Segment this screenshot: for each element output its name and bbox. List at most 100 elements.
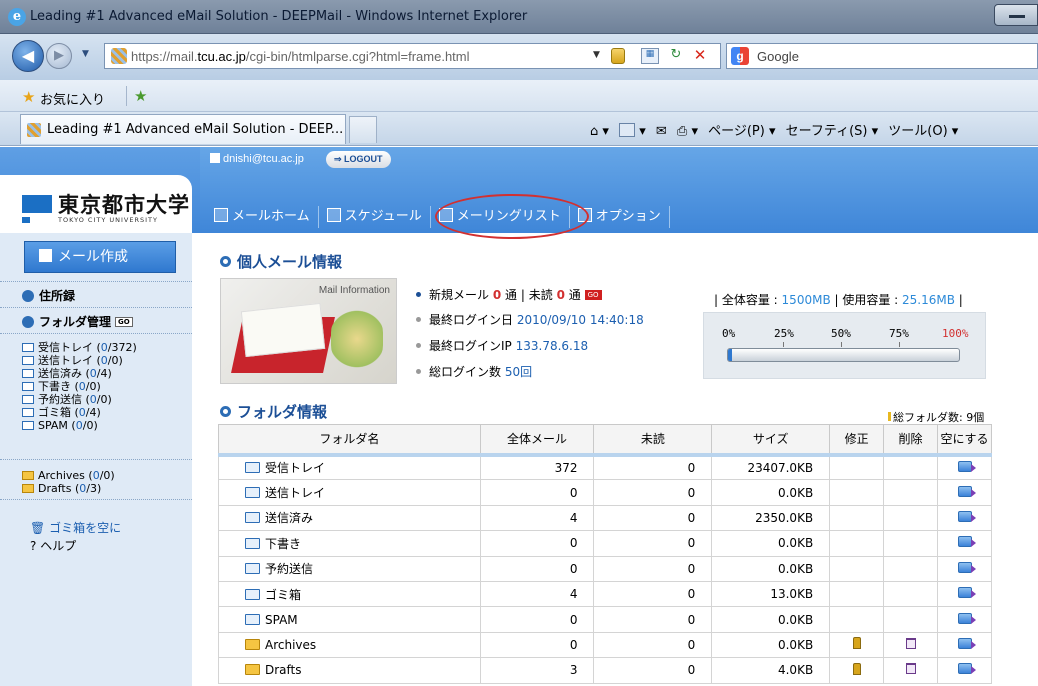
forward-button[interactable]: ▶ (46, 43, 72, 69)
col-edit: 修正 (829, 424, 885, 457)
sidebar-folder-item[interactable]: 送信トレイ (0/0) (22, 354, 123, 367)
delete-icon[interactable] (905, 663, 916, 675)
col-total-mail: 全体メール (479, 424, 595, 457)
sidebar-folder-item[interactable]: ゴミ箱 (0/4) (22, 406, 101, 419)
logo-mark-small-icon (22, 217, 30, 223)
size-cell: 0.0KB (711, 555, 831, 582)
folder-manage-link[interactable]: フォルダ管理 GO (22, 313, 133, 330)
quota-summary: | 全体容量 : 1500MB | 使用容量 : 25.16MB | (714, 293, 963, 307)
folder-icon (245, 664, 260, 676)
address-bar[interactable]: https://mail.tcu.ac.jp/cgi-bin/htmlparse… (104, 43, 721, 69)
empty-folder-icon[interactable] (957, 612, 976, 624)
unread-cell: 0 (593, 555, 713, 582)
nav-mail-home[interactable]: メールホーム (206, 202, 318, 232)
edit-cell (829, 530, 885, 557)
unread-cell: 0 (593, 657, 713, 684)
history-dropdown-icon[interactable]: ▼ (82, 49, 89, 59)
window-titlebar: e Leading #1 Advanced eMail Solution - D… (0, 0, 1038, 34)
sidebar-divider (0, 333, 192, 334)
unread-cell: 0 (593, 530, 713, 557)
folder-name-cell[interactable]: 送信済み (218, 504, 481, 532)
stop-icon[interactable]: ✕ (691, 46, 709, 66)
unread-count[interactable]: 0 (557, 288, 565, 302)
empty-folder-icon[interactable] (957, 663, 976, 675)
favorites-bar: ★ お気に入り ★ (0, 80, 1038, 112)
empty-folder-icon[interactable] (957, 536, 976, 548)
size-cell: 0.0KB (711, 479, 831, 506)
user-icon (210, 153, 220, 163)
empty-folder-icon[interactable] (957, 460, 976, 472)
sidebar-folder-item[interactable]: 受信トレイ (0/372) (22, 341, 137, 354)
home-icon[interactable]: ⌂ ▾ (590, 124, 609, 139)
search-box[interactable]: g Google (726, 43, 1038, 69)
delete-icon[interactable] (905, 637, 916, 649)
edit-cell (829, 631, 885, 659)
minimize-button[interactable] (994, 4, 1038, 26)
delete-cell (883, 606, 939, 633)
folder-name-cell[interactable]: 受信トレイ (218, 453, 481, 481)
empty-cell (937, 530, 992, 557)
new-mail-count[interactable]: 0 (493, 288, 501, 302)
folder-name-cell[interactable]: 下書き (218, 530, 481, 557)
favorites-button[interactable]: お気に入り (40, 89, 105, 108)
folder-icon (22, 471, 34, 480)
empty-trash-link[interactable]: 🗑 ゴミ箱を空に (30, 519, 121, 536)
edit-icon[interactable] (852, 637, 861, 650)
help-link[interactable]: ? ヘルプ (30, 537, 76, 554)
sidebar-divider (0, 499, 192, 500)
sidebar-user-folder-item[interactable]: Archives (0/0) (22, 469, 115, 482)
add-favorite-icon[interactable]: ★ (134, 87, 147, 105)
edit-cell (829, 555, 885, 582)
print-icon[interactable]: ⎙ ▾ (677, 124, 698, 139)
sidebar-folder-item[interactable]: 送信済み (0/4) (22, 367, 112, 380)
favorites-star-icon[interactable]: ★ (22, 88, 35, 106)
tab-active[interactable]: Leading #1 Advanced eMail Solution - DEE… (20, 114, 346, 144)
empty-folder-icon[interactable] (957, 561, 976, 573)
empty-cell (937, 631, 992, 659)
address-book-link[interactable]: 住所録 (22, 287, 75, 304)
folder-name-cell[interactable]: Drafts (218, 657, 481, 684)
empty-folder-icon[interactable] (957, 510, 976, 522)
read-mail-icon[interactable]: ✉ (656, 124, 667, 139)
sidebar-folder-item[interactable]: SPAM (0/0) (22, 419, 98, 432)
empty-cell (937, 606, 992, 633)
sidebar-folder-item[interactable]: 予約送信 (0/0) (22, 393, 112, 406)
col-unread: 未読 (593, 424, 713, 457)
folder-name-cell[interactable]: SPAM (218, 606, 481, 633)
nav-schedule[interactable]: スケジュール (319, 202, 430, 232)
university-logo[interactable]: 東京都市大学 TOKYO CITY UNIVERSITY (0, 175, 192, 233)
empty-folder-icon[interactable] (957, 637, 976, 649)
table-row: Drafts 3 0 4.0KB (218, 657, 992, 684)
empty-folder-icon[interactable] (957, 587, 976, 599)
help-icon: ? (30, 539, 37, 553)
go-button[interactable]: GO (584, 290, 602, 300)
logout-button[interactable]: ⇒ LOGOUT (326, 151, 391, 168)
go-badge[interactable]: GO (115, 317, 133, 327)
address-dropdown-icon[interactable]: ▼ (593, 50, 600, 60)
delete-cell (883, 479, 939, 506)
tick-mark (899, 342, 900, 347)
feeds-icon[interactable]: ▾ (619, 123, 646, 139)
page-menu[interactable]: ページ(P) ▾ (708, 124, 775, 139)
sidebar-user-folder-item[interactable]: Drafts (0/3) (22, 482, 101, 495)
compatibility-view-icon[interactable]: ▦ (641, 48, 659, 64)
edit-cell (829, 504, 885, 532)
empty-folder-icon[interactable] (957, 485, 976, 497)
folder-name-cell[interactable]: 送信トレイ (218, 479, 481, 506)
folder-name-cell[interactable]: 予約送信 (218, 555, 481, 582)
safety-menu[interactable]: セーフティ(S) ▾ (786, 124, 879, 139)
edit-icon[interactable] (852, 662, 861, 675)
table-row: 予約送信 0 0 0.0KB (218, 555, 992, 582)
new-tab-button[interactable] (349, 116, 377, 143)
folder-name-cell[interactable]: ゴミ箱 (218, 580, 481, 608)
compose-button[interactable]: メール作成 (24, 241, 176, 273)
refresh-icon[interactable]: ↻ (667, 47, 685, 65)
delete-cell (883, 453, 939, 481)
back-button[interactable]: ◀ (12, 40, 44, 72)
folder-name-cell[interactable]: Archives (218, 631, 481, 659)
lock-icon[interactable] (611, 48, 625, 64)
tools-menu[interactable]: ツール(O) ▾ (888, 124, 958, 139)
url-text[interactable]: https://mail.tcu.ac.jp/cgi-bin/htmlparse… (131, 49, 470, 64)
total-mail-cell: 3 (479, 657, 595, 684)
sidebar-folder-item[interactable]: 下書き (0/0) (22, 380, 101, 393)
